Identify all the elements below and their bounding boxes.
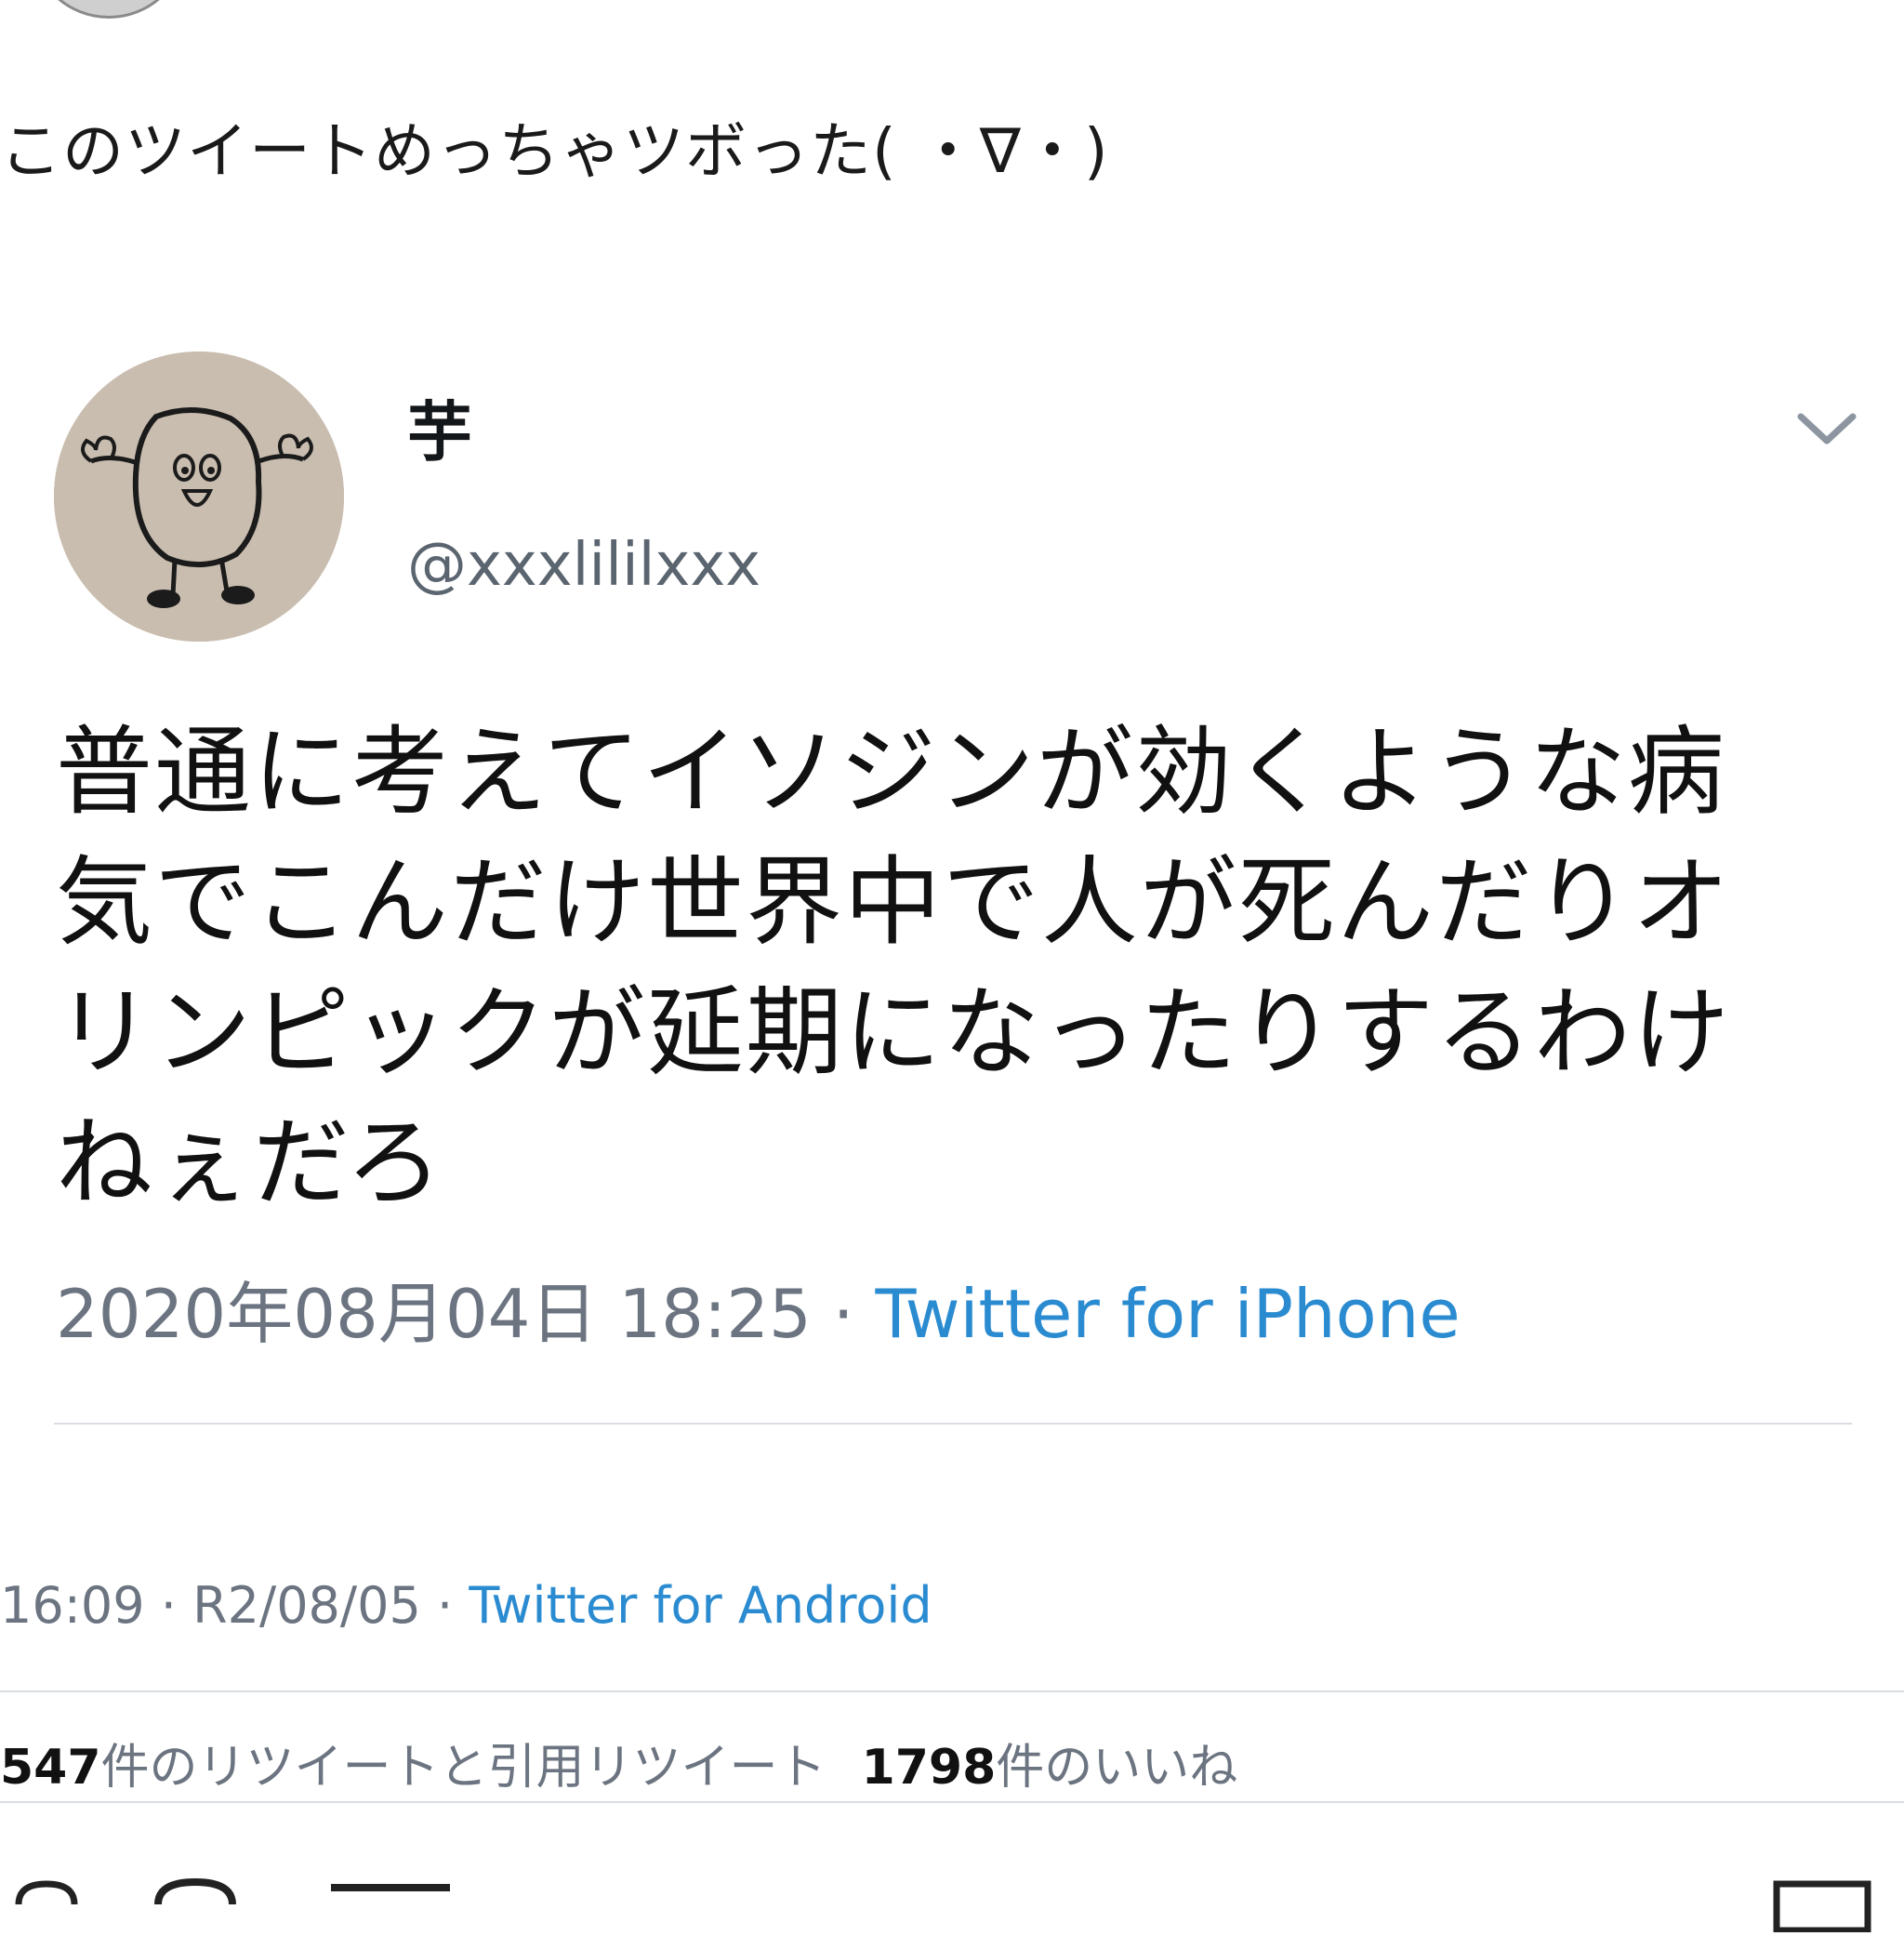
meta-separator: · [811,1275,876,1353]
avatar-illustration [54,351,344,642]
outer-tweet-meta: 16:09 · R2/08/05 · Twitter for Android [0,1571,932,1640]
tweet-stats: 547件のリツイートと引用リツイート 1798件のいいね [0,1735,1237,1800]
embedded-user-avatar[interactable] [54,351,344,642]
tweet-timestamp[interactable]: 2020年08月04日 18:25 [56,1275,812,1353]
reply-icon[interactable] [9,1876,84,1932]
quoting-user-avatar[interactable] [30,0,188,19]
share-icon[interactable] [1771,1876,1873,1934]
meta-separator: · [420,1576,469,1635]
divider [54,1423,1852,1425]
retweet-icon[interactable] [149,1876,242,1932]
tweet-text: 普通に考えてイソジンが効くような病 気でこんだけ世界中で人が死んだりオ リンピッ… [56,715,1732,1219]
display-name[interactable]: 芋 [407,391,472,474]
outer-tweet-date[interactable]: R2/08/05 [192,1576,421,1635]
retweets-count: 547 [0,1740,101,1796]
retweets-label: 件のリツイートと引用リツイート [100,1740,826,1796]
quote-comment-text: このツイートめっちゃツボった( ・∇・) [0,115,1109,187]
tweet-source-link[interactable]: Twitter for iPhone [876,1275,1461,1353]
divider [0,1801,1904,1803]
likes-label: 件のいいね [996,1740,1238,1796]
user-handle[interactable]: @xxxlililxxx [407,525,760,605]
retweets-stat[interactable]: 547件のリツイートと引用リツイート [0,1740,826,1796]
divider [0,1691,1904,1692]
tweet-meta: 2020年08月04日 18:25 · Twitter for iPhone [56,1269,1461,1359]
like-icon[interactable] [325,1876,456,1932]
outer-tweet-time[interactable]: 16:09 [0,1576,145,1635]
chevron-down-icon[interactable] [1790,400,1864,456]
outer-tweet-source-link[interactable]: Twitter for Android [469,1576,932,1635]
likes-count: 1798 [861,1740,997,1796]
likes-stat[interactable]: 1798件のいいね [862,1740,1238,1796]
meta-separator: · [144,1576,193,1635]
